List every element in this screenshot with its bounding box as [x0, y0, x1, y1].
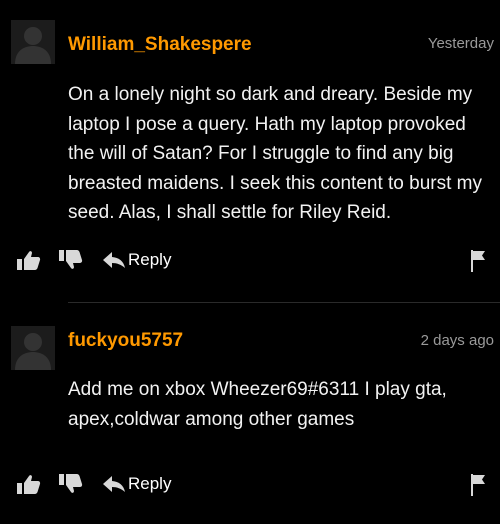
- user-silhouette-icon: [11, 326, 55, 370]
- flag-icon[interactable]: [470, 473, 486, 497]
- reply-button[interactable]: Reply: [102, 470, 171, 498]
- timestamp: Yesterday: [427, 35, 494, 52]
- comment-actions: Reply: [0, 469, 500, 499]
- reply-button[interactable]: Reply: [102, 246, 171, 274]
- reply-label: Reply: [128, 474, 172, 493]
- comment: William_Shakespere Yesterday On a lonely…: [0, 0, 500, 304]
- comment-divider: [68, 302, 500, 303]
- thumbs-down-icon[interactable]: [58, 471, 84, 497]
- comment-thread: William_Shakespere Yesterday On a lonely…: [0, 0, 500, 524]
- username[interactable]: William_Shakespere: [68, 34, 252, 56]
- thumbs-down-icon[interactable]: [58, 247, 84, 273]
- reply-label: Reply: [128, 250, 172, 269]
- avatar[interactable]: [11, 326, 55, 370]
- username[interactable]: fuckyou5757: [68, 330, 183, 352]
- reply-arrow-icon: [102, 251, 126, 269]
- thumbs-up-icon[interactable]: [16, 471, 42, 497]
- comment-text: On a lonely night so dark and dreary. Be…: [68, 84, 482, 223]
- thumbs-up-icon[interactable]: [16, 247, 42, 273]
- timestamp: 2 days ago: [420, 332, 494, 349]
- comment: fuckyou5757 2 days ago Add me on xbox Wh…: [0, 304, 500, 524]
- comment-actions: Reply: [0, 245, 500, 275]
- comment-text: Add me on xbox Wheezer69#6311 I play gta…: [68, 379, 447, 430]
- user-silhouette-icon: [11, 20, 55, 64]
- avatar[interactable]: [11, 20, 55, 64]
- flag-icon[interactable]: [470, 249, 486, 273]
- reply-arrow-icon: [102, 475, 126, 493]
